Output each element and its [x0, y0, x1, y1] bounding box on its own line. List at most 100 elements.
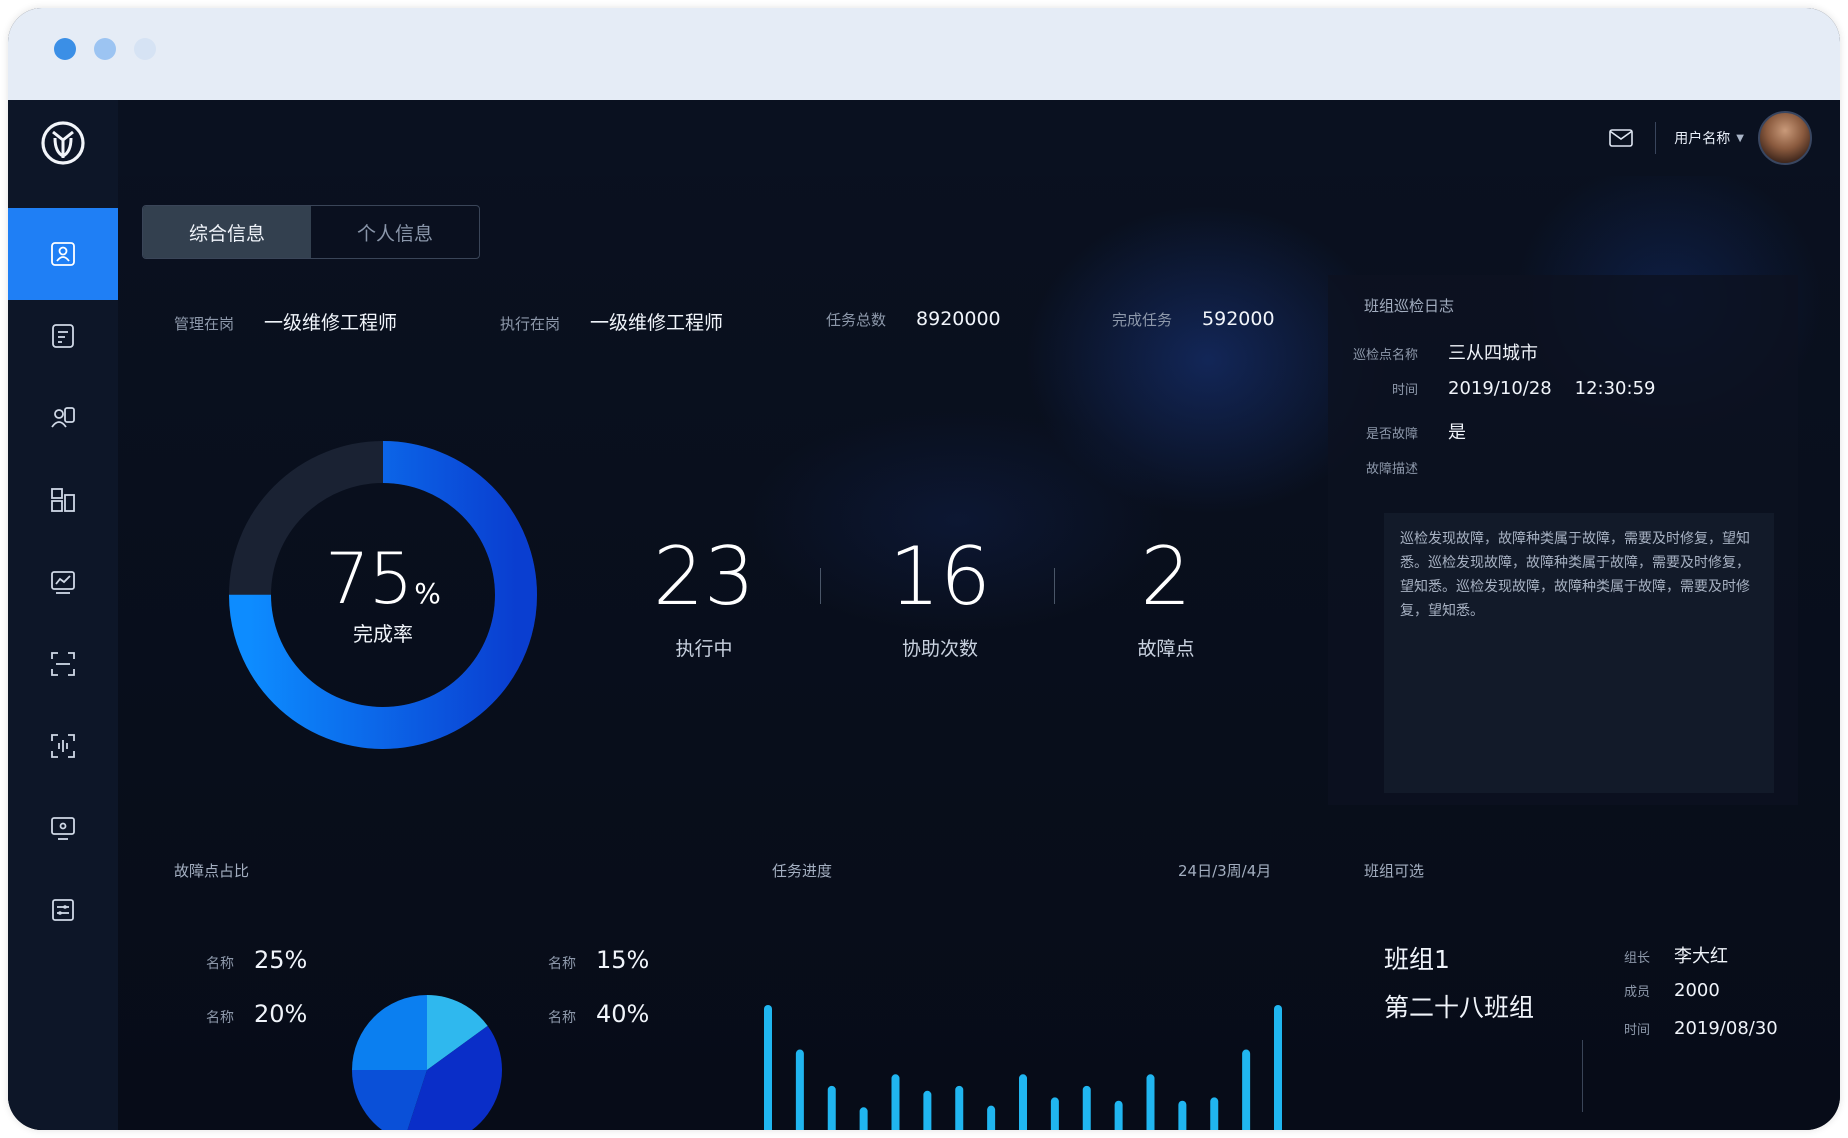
monitor-icon: [51, 817, 75, 840]
log-key: 故障描述: [1365, 462, 1418, 477]
legend-value: 40%: [596, 1000, 650, 1028]
sidebar-item-analytics[interactable]: [8, 536, 118, 628]
log-key: 时间: [1391, 383, 1418, 398]
pie-slice-3: [352, 995, 427, 1070]
progress-bar-2: [827, 1085, 836, 1130]
team-leader: 组长 李大红: [1624, 942, 1728, 968]
tab-personal[interactable]: 个人信息: [311, 206, 479, 258]
progress-bar-11: [1114, 1100, 1123, 1130]
log-value: 三从四城市: [1448, 343, 1538, 364]
info-value: 一级维修工程师: [590, 312, 724, 334]
sidebar-item-voice[interactable]: [8, 700, 118, 792]
info-key: 任务总数: [826, 311, 887, 329]
log-value: 是: [1448, 422, 1466, 443]
stat-assist: 16 协助次数: [840, 532, 1040, 661]
fault-ratio-pie: [352, 995, 502, 1130]
stat-label: 故障点: [1137, 638, 1195, 660]
progress-bar-12: [1146, 1074, 1155, 1130]
progress-bar-15: [1242, 1049, 1251, 1130]
percent-label: 完成率: [353, 621, 413, 646]
fault-legend-item: 名称 25%: [206, 946, 307, 974]
browser-window: 用户名称 ▼ 综合信息 个人信息 管理在岗 一级维修工程师 执行在岗 一级维修工…: [8, 8, 1840, 1130]
layout-icon: [51, 488, 75, 512]
task-progress-bars: [764, 1005, 1282, 1130]
info-manager-post: 管理在岗 一级维修工程师: [174, 308, 397, 335]
tab-overview[interactable]: 综合信息: [143, 206, 311, 258]
legend-key: 名称: [206, 1010, 234, 1026]
sidebar-item-settings[interactable]: [8, 864, 118, 956]
log-row-desc: 故障描述: [1328, 458, 1448, 477]
progress-bar-7: [987, 1105, 996, 1130]
legend-value: 20%: [254, 1000, 308, 1028]
progress-bar-5: [923, 1090, 932, 1130]
username-label[interactable]: 用户名称: [1674, 128, 1730, 148]
stat-divider: [820, 568, 821, 604]
fault-legend-item: 名称 20%: [206, 1000, 307, 1028]
time-range-selector[interactable]: 24日/3周/4月: [1178, 860, 1271, 881]
team-value: 李大红: [1674, 946, 1728, 967]
fault-description: 巡检发现故障，故障种类属于故障，需要及时修复，望知悉。巡检发现故障，故障种类属于…: [1384, 513, 1774, 793]
log-row-point: 巡检点名称 三从四城市: [1328, 339, 1538, 365]
legend-key: 名称: [548, 956, 576, 972]
sidebar-item-layout[interactable]: [8, 454, 118, 546]
sliders-icon: [52, 899, 74, 921]
percent-number: 75: [325, 537, 413, 620]
sidebar-item-scan[interactable]: [8, 618, 118, 710]
progress-bar-6: [955, 1085, 964, 1130]
fault-legend-item: 名称 15%: [548, 946, 649, 974]
window-maximize-button[interactable]: [134, 38, 156, 60]
info-value: 592000: [1202, 308, 1275, 330]
team-date: 时间 2019/08/30: [1624, 1018, 1778, 1039]
stat-label: 协助次数: [901, 638, 978, 660]
user-card-icon: [51, 242, 75, 266]
window-minimize-button[interactable]: [94, 38, 116, 60]
percent-symbol: %: [414, 576, 441, 610]
donut-center: 75 % 完成率: [228, 440, 538, 750]
sidebar-item-team[interactable]: [8, 372, 118, 464]
chevron-down-icon[interactable]: ▼: [1736, 133, 1744, 144]
header-divider: [1655, 122, 1657, 154]
sidebar-item-profile[interactable]: [8, 208, 118, 300]
team-name-primary[interactable]: 班组1: [1384, 940, 1450, 976]
info-key: 管理在岗: [174, 315, 235, 333]
log-key: 是否故障: [1365, 427, 1418, 442]
log-row-fault: 是否故障 是: [1328, 418, 1466, 444]
info-value: 8920000: [916, 308, 1001, 330]
progress-bar-1: [795, 1049, 804, 1130]
info-key: 执行在岗: [500, 315, 561, 333]
log-key: 巡检点名称: [1352, 348, 1418, 363]
stat-divider: [1054, 568, 1055, 604]
legend-value: 15%: [596, 946, 650, 974]
progress-bar-4: [891, 1074, 900, 1130]
log-row-time: 时间 2019/10/28 12:30:59: [1328, 378, 1656, 399]
stat-executing: 23 执行中: [604, 532, 804, 661]
sidebar-item-monitor[interactable]: [8, 782, 118, 874]
window-close-button[interactable]: [54, 38, 76, 60]
progress-bar-9: [1050, 1097, 1059, 1130]
fault-legend-item: 名称 40%: [548, 1000, 649, 1028]
avatar[interactable]: [1758, 111, 1812, 165]
fault-ratio-title: 故障点占比: [174, 862, 250, 880]
voice-scan-icon: [51, 734, 75, 758]
team-value: 2000: [1674, 980, 1720, 1001]
user-area: 用户名称 ▼: [1609, 111, 1812, 165]
info-key: 完成任务: [1112, 311, 1173, 329]
progress-bar-8: [1019, 1074, 1027, 1130]
scan-icon: [51, 652, 75, 676]
completion-donut: 75 % 完成率: [228, 440, 538, 750]
logo-icon: [41, 121, 85, 165]
mail-icon[interactable]: [1609, 129, 1634, 147]
stat-value: 23: [653, 530, 755, 623]
progress-bar-0: [764, 1005, 772, 1130]
team-icon: [51, 407, 75, 428]
window-titlebar: [8, 8, 1840, 100]
legend-key: 名称: [548, 1010, 576, 1026]
sidebar-item-tasks[interactable]: [8, 290, 118, 382]
stat-value: 2: [1140, 530, 1192, 623]
team-name-secondary[interactable]: 第二十八班组: [1384, 988, 1534, 1024]
team-key: 时间: [1624, 1023, 1651, 1038]
progress-bar-14: [1210, 1097, 1219, 1130]
progress-bar-13: [1178, 1100, 1187, 1130]
team-key: 组长: [1624, 951, 1651, 966]
progress-bar-10: [1082, 1085, 1091, 1130]
